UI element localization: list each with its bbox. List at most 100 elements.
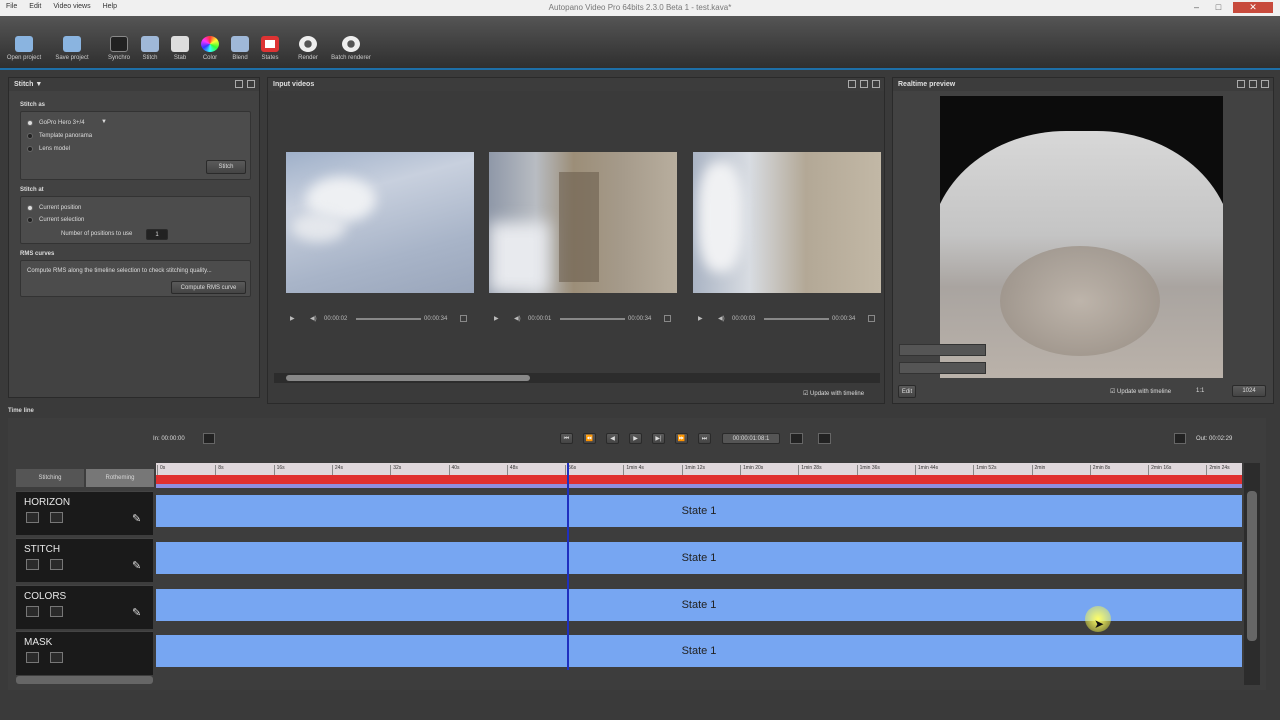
close-panel-icon[interactable] <box>1261 80 1269 88</box>
save-project-button[interactable]: Save project <box>52 36 92 61</box>
prev-key-icon[interactable]: ⏪ <box>583 433 596 444</box>
chevron-down-icon[interactable]: ▼ <box>101 119 107 125</box>
preview-dropdown-1[interactable] <box>899 344 986 356</box>
go-end-icon[interactable]: ⏭ <box>698 433 711 444</box>
play-icon[interactable]: ▶ <box>290 315 295 322</box>
scrollbar-thumb[interactable] <box>286 375 530 381</box>
step-back-icon[interactable]: ◀ <box>606 433 619 444</box>
volume-icon[interactable]: ◀) <box>718 315 725 322</box>
scrollbar-thumb[interactable] <box>1247 491 1257 641</box>
fullscreen-icon[interactable] <box>664 315 671 322</box>
tab-stitching[interactable]: Stitching <box>16 469 84 487</box>
fullscreen-icon[interactable] <box>460 315 467 322</box>
lens-radio[interactable] <box>27 146 33 152</box>
keyframe-prev-icon[interactable] <box>26 652 39 663</box>
video-thumbnail-1[interactable] <box>286 152 474 293</box>
video-scrubber[interactable] <box>764 318 829 320</box>
maximize-button[interactable]: □ <box>1212 2 1225 13</box>
keyframe-prev-icon[interactable] <box>26 606 39 617</box>
states-button[interactable]: States <box>250 36 290 61</box>
current-position-radio[interactable] <box>27 205 33 211</box>
blend-icon <box>231 36 249 52</box>
playhead[interactable] <box>567 463 569 670</box>
track-horizon-state[interactable]: State 1 <box>156 495 1242 527</box>
positions-spinbox[interactable]: 1 <box>146 229 168 240</box>
input-videos-scrollbar[interactable] <box>274 373 880 383</box>
building-shape <box>559 172 599 282</box>
ruler-tick: 1min 44s <box>914 465 938 475</box>
step-forward-icon[interactable]: ▶| <box>652 433 665 444</box>
video-scrubber[interactable] <box>560 318 625 320</box>
batch-renderer-button[interactable]: Batch renderer <box>330 36 372 61</box>
track-colors-state[interactable]: State 1 <box>156 589 1242 621</box>
close-panel-icon[interactable] <box>247 80 255 88</box>
close-button[interactable]: ✕ <box>1233 2 1273 13</box>
ruler-tick: 48s <box>506 465 518 475</box>
zoom-label: 1:1 <box>1196 388 1205 394</box>
edit-button[interactable]: Edit <box>898 385 916 398</box>
video-time: 00:00:02 <box>324 316 348 322</box>
current-time-field[interactable]: 00:00:01:08:1 <box>722 433 780 444</box>
open-project-button[interactable]: Open project <box>4 36 44 61</box>
detach-icon[interactable] <box>235 80 243 88</box>
go-start-icon[interactable]: ⏮ <box>560 433 573 444</box>
clapper-icon <box>110 36 128 52</box>
track-name: MASK <box>24 637 53 648</box>
render-button[interactable]: Render <box>288 36 328 61</box>
volume-icon[interactable]: ◀) <box>310 315 317 322</box>
range-bar <box>156 484 1242 488</box>
tab-rotheming[interactable]: Rotheming <box>86 469 154 487</box>
expand-icon[interactable] <box>1249 80 1257 88</box>
track-mask-state[interactable]: State 1 <box>156 635 1242 667</box>
track-stitch-state[interactable]: State 1 <box>156 542 1242 574</box>
video-scrubber[interactable] <box>356 318 421 320</box>
current-selection-radio[interactable] <box>27 217 33 223</box>
play-icon[interactable]: ▶ <box>494 315 499 322</box>
next-key-icon[interactable]: ⏩ <box>675 433 688 444</box>
lens-label: Lens model <box>39 146 71 152</box>
wrench-icon[interactable]: ✎ <box>132 606 141 619</box>
preset-radio[interactable] <box>27 120 33 126</box>
preview-header: Realtime preview <box>893 78 1273 91</box>
play-icon[interactable]: ▶ <box>698 315 703 322</box>
input-update-checkbox[interactable]: ☑ Update with timeline <box>803 390 864 397</box>
timeline-scrollbar[interactable] <box>1244 463 1260 685</box>
preview-update-checkbox[interactable]: ☑ Update with timeline <box>1110 388 1171 395</box>
wrench-icon[interactable]: ✎ <box>132 559 141 572</box>
compute-rms-button[interactable]: Compute RMS curve <box>171 281 246 294</box>
minimize-button[interactable]: – <box>1190 2 1203 13</box>
title-bar: File Edit Video views Help Autopano Vide… <box>0 0 1280 16</box>
preview-dropdown-2[interactable] <box>899 362 986 374</box>
stitch-as-group: GoPro Hero 3+/4 ▼ Template panorama Lens… <box>20 111 251 180</box>
close-panel-icon[interactable] <box>872 80 880 88</box>
stitch-run-button[interactable]: Stitch <box>206 160 246 174</box>
keyframe-prev-icon[interactable] <box>26 512 39 523</box>
keyframe-next-icon[interactable] <box>50 606 63 617</box>
play-icon[interactable]: ▶ <box>629 433 642 444</box>
folder-icon <box>15 36 33 52</box>
keyframe-next-icon[interactable] <box>50 512 63 523</box>
stitch-at-label: Stitch at <box>20 187 44 193</box>
wrench-icon[interactable]: ✎ <box>132 512 141 525</box>
volume-icon[interactable]: ◀) <box>514 315 521 322</box>
keyframe-prev-icon[interactable] <box>26 559 39 570</box>
chevron-down-icon[interactable]: ▼ <box>35 81 42 88</box>
snapshot-button[interactable] <box>818 433 831 444</box>
video-thumbnail-3[interactable] <box>693 152 881 293</box>
expand-icon[interactable] <box>860 80 868 88</box>
selection-bar[interactable] <box>156 475 1242 484</box>
fullscreen-icon[interactable] <box>868 315 875 322</box>
video-thumbnail-2[interactable] <box>489 152 677 293</box>
size-dropdown[interactable]: 1024 <box>1232 385 1266 397</box>
keyframe-next-icon[interactable] <box>50 559 63 570</box>
set-out-button[interactable] <box>1174 433 1186 444</box>
panorama-preview[interactable] <box>940 96 1223 378</box>
set-in-button[interactable] <box>203 433 215 444</box>
template-radio[interactable] <box>27 133 33 139</box>
loop-button[interactable] <box>790 433 803 444</box>
detach-icon[interactable] <box>1237 80 1245 88</box>
label-scrollbar[interactable] <box>16 676 153 684</box>
detach-icon[interactable] <box>848 80 856 88</box>
current-position-label: Current position <box>39 205 82 211</box>
keyframe-next-icon[interactable] <box>50 652 63 663</box>
